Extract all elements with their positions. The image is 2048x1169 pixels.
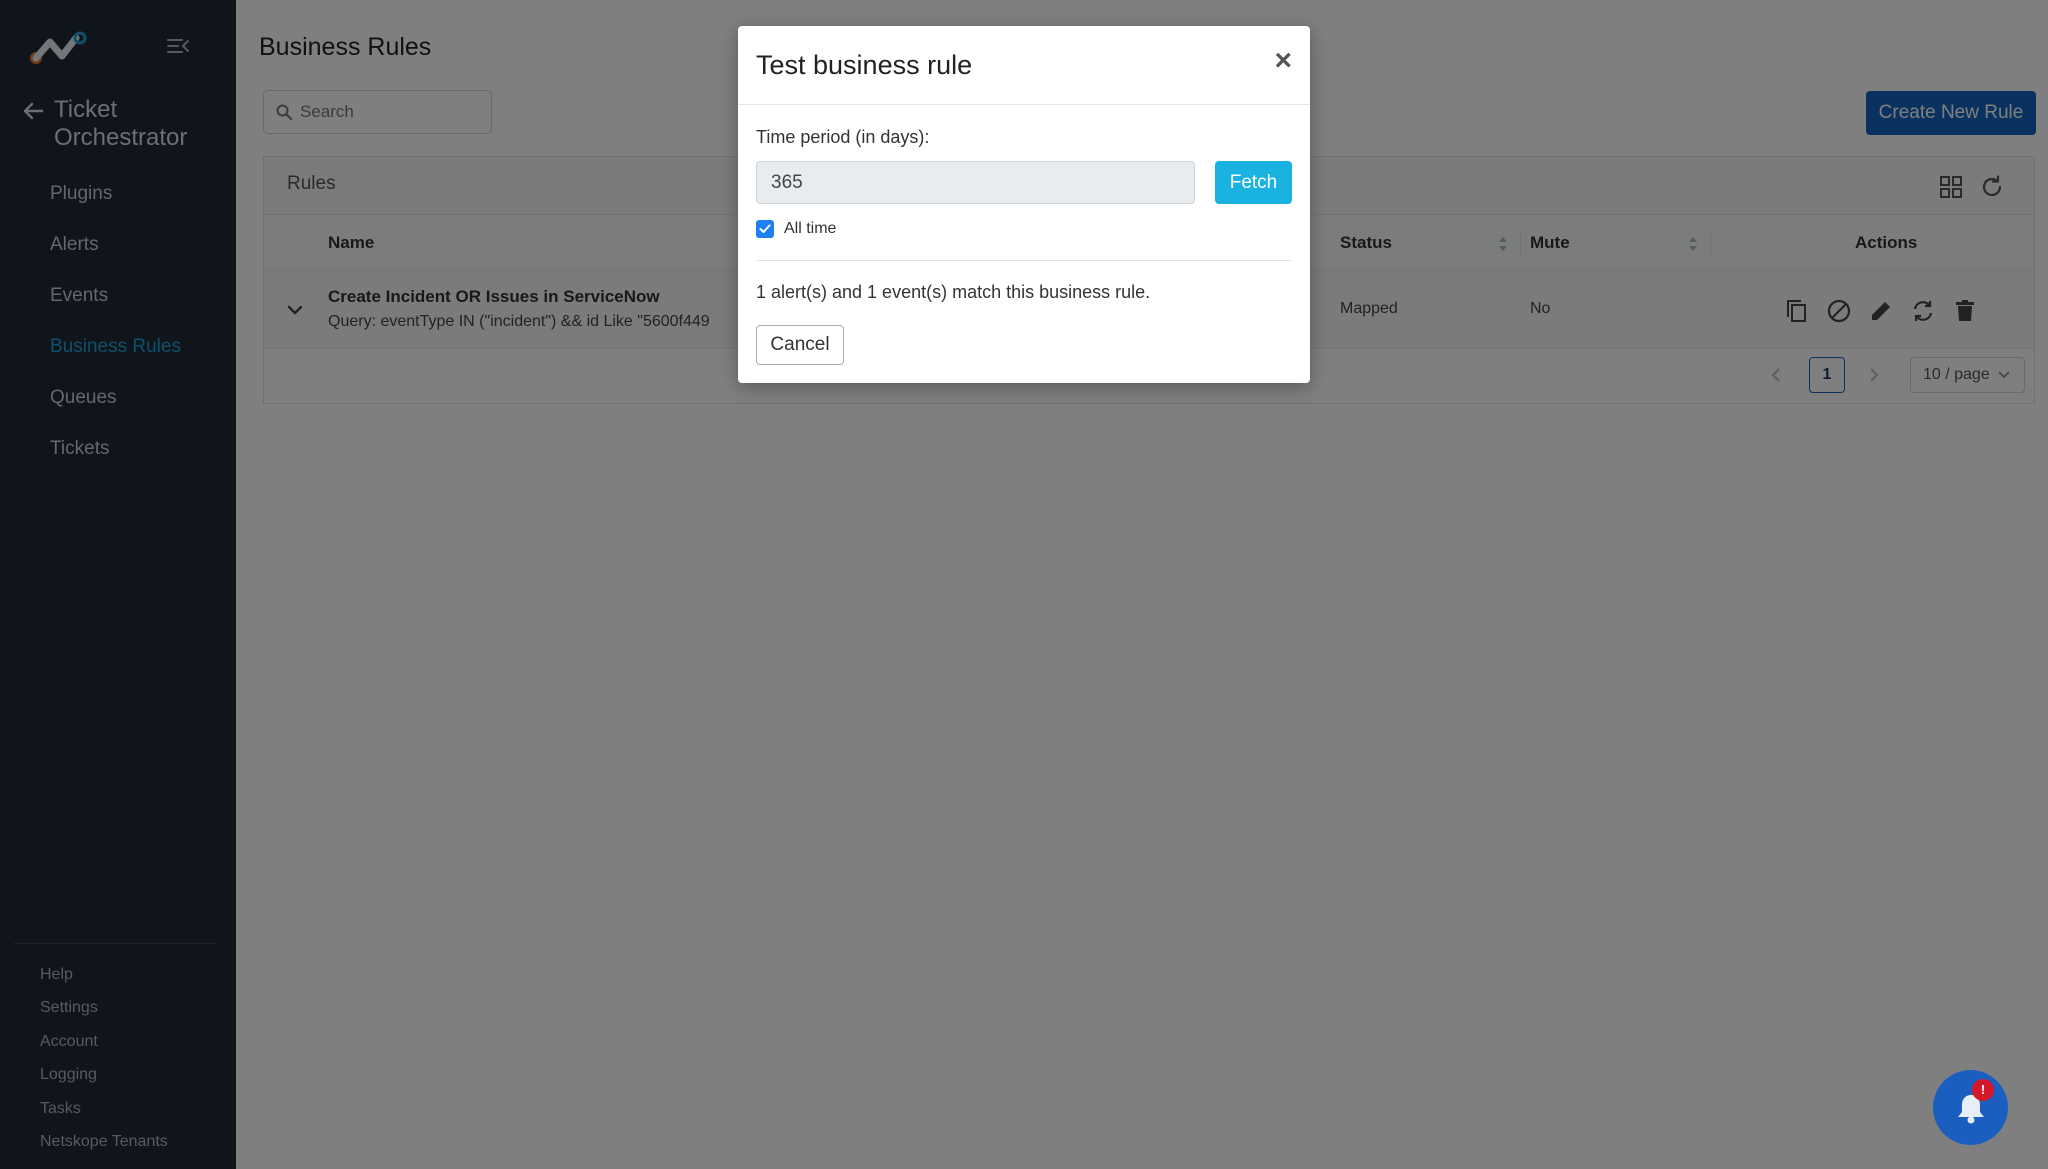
notifications-button[interactable] [1933,1070,2008,1145]
time-period-input[interactable] [756,161,1195,204]
all-time-checkbox-row[interactable]: All time [756,220,836,238]
all-time-label: All time [784,220,837,237]
close-icon[interactable]: × [1274,46,1292,76]
time-period-label: Time period (in days): [756,127,930,147]
fetch-button[interactable]: Fetch [1215,161,1292,204]
test-business-rule-modal: Test business rule × Time period (in day… [738,26,1310,383]
modal-divider [756,260,1292,261]
all-time-checkbox[interactable] [756,220,774,238]
cancel-button[interactable]: Cancel [756,325,844,365]
modal-title: Test business rule [756,50,973,80]
checkmark-icon [759,224,771,233]
notification-badge: ! [1972,1079,1994,1101]
match-result-text: 1 alert(s) and 1 event(s) match this bus… [756,282,1151,302]
modal-header: Test business rule × [738,26,1310,105]
